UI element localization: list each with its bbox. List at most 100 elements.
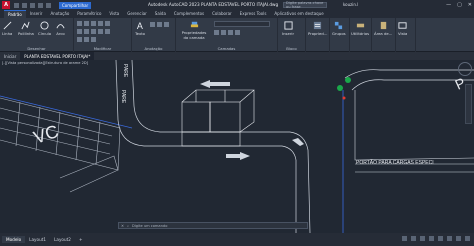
tab-model[interactable]: Modelo bbox=[2, 236, 26, 243]
clipboard-button[interactable]: Área de... bbox=[374, 21, 392, 36]
tab-anotacao[interactable]: Anotação bbox=[46, 10, 73, 18]
window-title: Autodesk AutoCAD 2023 PLANTA EDSTAVEL PO… bbox=[148, 2, 279, 7]
properties-button[interactable]: Propried... bbox=[308, 21, 327, 36]
dimension-icon[interactable] bbox=[150, 22, 155, 27]
layer-freeze-icon[interactable] bbox=[221, 30, 226, 35]
layer-lock-icon[interactable] bbox=[228, 30, 233, 35]
view-button[interactable]: Vista bbox=[398, 21, 407, 36]
close-icon[interactable]: ✕ bbox=[468, 2, 472, 8]
minimize-icon[interactable]: — bbox=[446, 2, 451, 8]
drawing-tab[interactable]: PLANTA EDSTAVEL PORTO ITAJAI* bbox=[20, 52, 95, 60]
tab-saida[interactable]: Saída bbox=[151, 10, 170, 18]
text-portao: PORTÃO PARA CARGAS ESPECI bbox=[356, 159, 434, 166]
text-vc: VC bbox=[31, 121, 61, 148]
title-bar: A Compartilhar Autodesk AutoCAD 2023 PLA… bbox=[0, 0, 474, 10]
line-button[interactable]: Linha bbox=[2, 21, 12, 36]
polyline-button[interactable]: Polilinha bbox=[18, 21, 34, 36]
layer-dropdown[interactable] bbox=[214, 21, 270, 27]
groups-button[interactable]: Grupos bbox=[332, 21, 346, 36]
tab-layout2[interactable]: Layout2 bbox=[50, 236, 75, 243]
osnap-icon[interactable] bbox=[438, 236, 443, 241]
ribbon: Linha Polilinha Círculo Arco Desenhar Mo… bbox=[0, 18, 474, 52]
tab-complementos[interactable]: Complementos bbox=[170, 10, 208, 18]
tab-parametrico[interactable]: Paramétrico bbox=[73, 10, 105, 18]
trim-icon[interactable] bbox=[91, 21, 96, 26]
save-icon[interactable] bbox=[30, 2, 35, 8]
leader-icon[interactable] bbox=[157, 22, 162, 27]
explode-icon[interactable] bbox=[91, 29, 96, 34]
panel-layers: Propriedades da camada Camadas bbox=[176, 18, 278, 52]
snap-icon[interactable] bbox=[411, 236, 416, 241]
tab-inserir[interactable]: Inserir bbox=[26, 10, 47, 18]
annotation-scale-icon[interactable] bbox=[447, 236, 452, 241]
status-bar: Modelo Layout1 Layout2 + bbox=[0, 233, 474, 246]
new-icon[interactable] bbox=[14, 2, 19, 8]
table-icon[interactable] bbox=[164, 22, 169, 27]
add-layout-button[interactable]: + bbox=[75, 236, 87, 243]
text-pare-1: PARE bbox=[120, 90, 126, 104]
layer-on-icon[interactable] bbox=[214, 30, 219, 35]
box-3d bbox=[181, 89, 255, 147]
panel-annotation-label[interactable]: Anotação bbox=[132, 46, 175, 51]
autocad-logo[interactable]: A bbox=[2, 1, 10, 9]
maximize-icon[interactable]: ▢ bbox=[457, 2, 462, 8]
text-icon: A bbox=[136, 21, 142, 30]
modify-tools-row3 bbox=[77, 37, 96, 42]
array-icon[interactable] bbox=[77, 37, 82, 42]
layer-properties-button[interactable]: Propriedades da camada bbox=[179, 20, 209, 40]
tab-vista[interactable]: Vista bbox=[105, 10, 123, 18]
close-command-icon[interactable]: ✕ bbox=[121, 224, 124, 228]
share-button[interactable]: Compartilhar bbox=[59, 1, 92, 9]
panel-modify-label[interactable]: Modificar bbox=[74, 46, 131, 51]
ortho-icon[interactable] bbox=[420, 236, 425, 241]
svg-text:A: A bbox=[136, 21, 142, 30]
command-line[interactable]: ✕ ⌕ Digite um comando bbox=[118, 222, 308, 229]
tab-express-tools[interactable]: Express Tools bbox=[236, 10, 271, 18]
arc-icon bbox=[56, 24, 65, 29]
arc-button[interactable]: Arco bbox=[56, 21, 65, 36]
open-icon[interactable] bbox=[22, 2, 27, 8]
navigation-bar[interactable] bbox=[465, 84, 472, 124]
panel-block-label[interactable]: Bloco bbox=[278, 46, 305, 51]
tab-layout1[interactable]: Layout1 bbox=[25, 236, 50, 243]
text-button[interactable]: A Texto bbox=[135, 21, 145, 36]
panel-draw-label[interactable]: Desenhar bbox=[0, 46, 73, 51]
blue-line-left bbox=[0, 95, 133, 129]
panel-view: Vista bbox=[396, 18, 416, 52]
svg-text:PARE: PARE bbox=[122, 64, 128, 78]
layer-match-icon[interactable] bbox=[235, 30, 240, 35]
start-tab[interactable]: Iniciar bbox=[0, 52, 20, 60]
tab-aplicativos[interactable]: Aplicativos em destaque bbox=[270, 10, 327, 18]
polar-icon[interactable] bbox=[429, 236, 434, 241]
insert-block-button[interactable]: Inserir bbox=[282, 21, 294, 36]
customize-icon[interactable] bbox=[465, 236, 470, 241]
undo-icon[interactable] bbox=[38, 2, 43, 8]
tab-colaborar[interactable]: Colaborar bbox=[208, 10, 236, 18]
search-input[interactable]: Digite palavra-chave ou frase bbox=[283, 1, 327, 9]
panel-layers-label[interactable]: Camadas bbox=[176, 46, 277, 51]
offset-icon[interactable] bbox=[84, 37, 89, 42]
copy-icon[interactable] bbox=[105, 21, 110, 26]
utilities-button[interactable]: Utilitários bbox=[351, 21, 369, 36]
circle-button[interactable]: Círculo bbox=[38, 21, 51, 36]
fillet-icon[interactable] bbox=[84, 29, 89, 34]
command-input[interactable]: Digite um comando bbox=[132, 224, 167, 228]
rotate-icon[interactable] bbox=[84, 21, 89, 26]
drawing-canvas[interactable]: [-][Vista personalizada][Estrutura de ar… bbox=[0, 60, 474, 233]
mirror-icon[interactable] bbox=[77, 29, 82, 34]
tab-gerenciar[interactable]: Gerenciar bbox=[123, 10, 151, 18]
annotation-tools bbox=[150, 22, 169, 27]
erase-icon[interactable] bbox=[98, 21, 103, 26]
scale-icon[interactable] bbox=[105, 29, 110, 34]
tab-padrao[interactable]: Padrão bbox=[4, 10, 26, 18]
viewcube[interactable] bbox=[458, 62, 472, 76]
workspace-icon[interactable] bbox=[456, 236, 461, 241]
join-icon[interactable] bbox=[91, 37, 96, 42]
move-icon[interactable] bbox=[77, 21, 82, 26]
clipboard-icon bbox=[380, 21, 386, 30]
grid-icon[interactable] bbox=[402, 236, 407, 241]
redo-icon[interactable] bbox=[46, 2, 51, 8]
stretch-icon[interactable] bbox=[98, 29, 103, 34]
user-name[interactable]: kouzin.l bbox=[343, 2, 358, 7]
window-controls: — ▢ ✕ bbox=[446, 2, 472, 8]
